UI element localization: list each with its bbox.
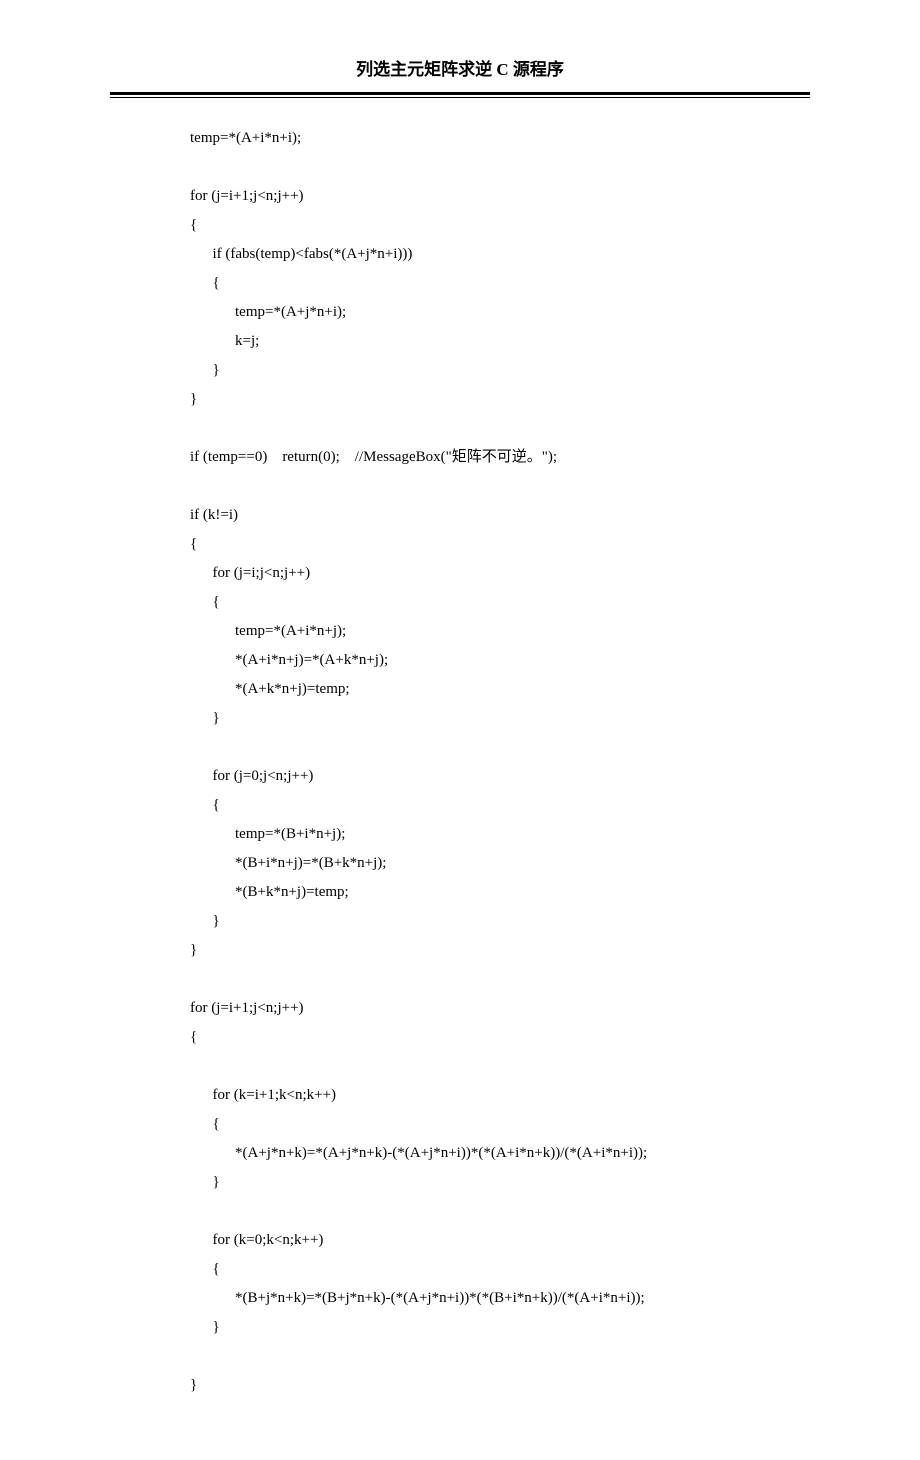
header-rule	[110, 92, 810, 98]
code-block: temp=*(A+i*n+i); for (j=i+1;j<n;j++) { i…	[110, 124, 810, 1400]
document-page: 列选主元矩阵求逆 C 源程序 temp=*(A+i*n+i); for (j=i…	[0, 0, 920, 1460]
page-title: 列选主元矩阵求逆 C 源程序	[110, 55, 810, 88]
